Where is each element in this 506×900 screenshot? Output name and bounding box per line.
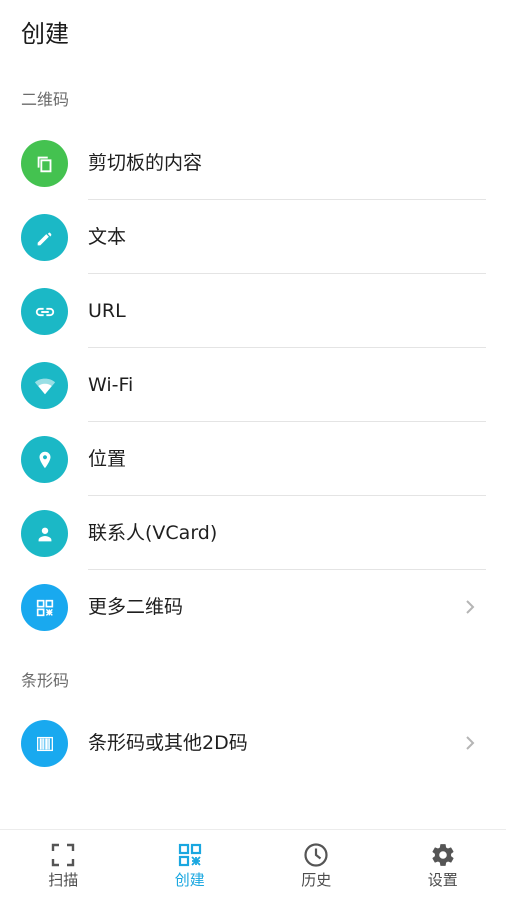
clock-icon — [304, 843, 328, 867]
list-item-more-qr[interactable]: 更多二维码 — [0, 570, 506, 644]
tab-create[interactable]: 创建 — [127, 830, 254, 900]
pencil-icon — [21, 214, 68, 261]
tab-label: 历史 — [301, 871, 332, 889]
tab-settings[interactable]: 设置 — [380, 830, 506, 900]
chevron-right-icon — [466, 600, 475, 614]
tab-label: 设置 — [427, 871, 458, 889]
bottom-nav: 扫描 创建 历史 设置 — [0, 829, 506, 900]
list-item-label: 联系人(VCard) — [88, 522, 218, 544]
list-item-label: 文本 — [88, 226, 127, 248]
page-title: 创建 — [21, 20, 69, 48]
list-item-url[interactable]: URL — [0, 274, 506, 348]
wifi-icon — [21, 362, 68, 409]
chevron-right-icon — [466, 736, 475, 750]
qr-code-icon — [21, 584, 68, 631]
gear-icon — [432, 844, 454, 866]
list-item-label: URL — [88, 300, 126, 322]
list-item-location[interactable]: 位置 — [0, 422, 506, 496]
person-icon — [21, 510, 68, 557]
list-item-label: Wi-Fi — [88, 374, 134, 396]
barcode-icon — [21, 720, 68, 767]
list-item-wifi[interactable]: Wi-Fi — [0, 348, 506, 422]
list-item-label: 位置 — [88, 448, 127, 470]
section-header-barcode: 条形码 — [21, 671, 70, 690]
list-item-clipboard[interactable]: 剪切板的内容 — [0, 126, 506, 200]
list-item-barcode[interactable]: 条形码或其他2D码 — [0, 706, 506, 780]
tab-label: 扫描 — [48, 871, 79, 889]
tab-scan[interactable]: 扫描 — [0, 830, 127, 900]
tab-history[interactable]: 历史 — [253, 830, 380, 900]
list-item-vcard[interactable]: 联系人(VCard) — [0, 496, 506, 570]
scan-frame-icon — [52, 843, 75, 867]
list-item-label: 条形码或其他2D码 — [88, 732, 248, 754]
clipboard-copy-icon — [21, 140, 68, 187]
list-item-text[interactable]: 文本 — [0, 200, 506, 274]
qr-code-icon — [178, 843, 201, 867]
link-icon — [21, 288, 68, 335]
tab-label: 创建 — [174, 871, 205, 889]
location-pin-icon — [21, 436, 68, 483]
list-item-label: 剪切板的内容 — [88, 152, 203, 174]
list-item-label: 更多二维码 — [88, 596, 184, 618]
section-header-qr: 二维码 — [21, 90, 70, 109]
